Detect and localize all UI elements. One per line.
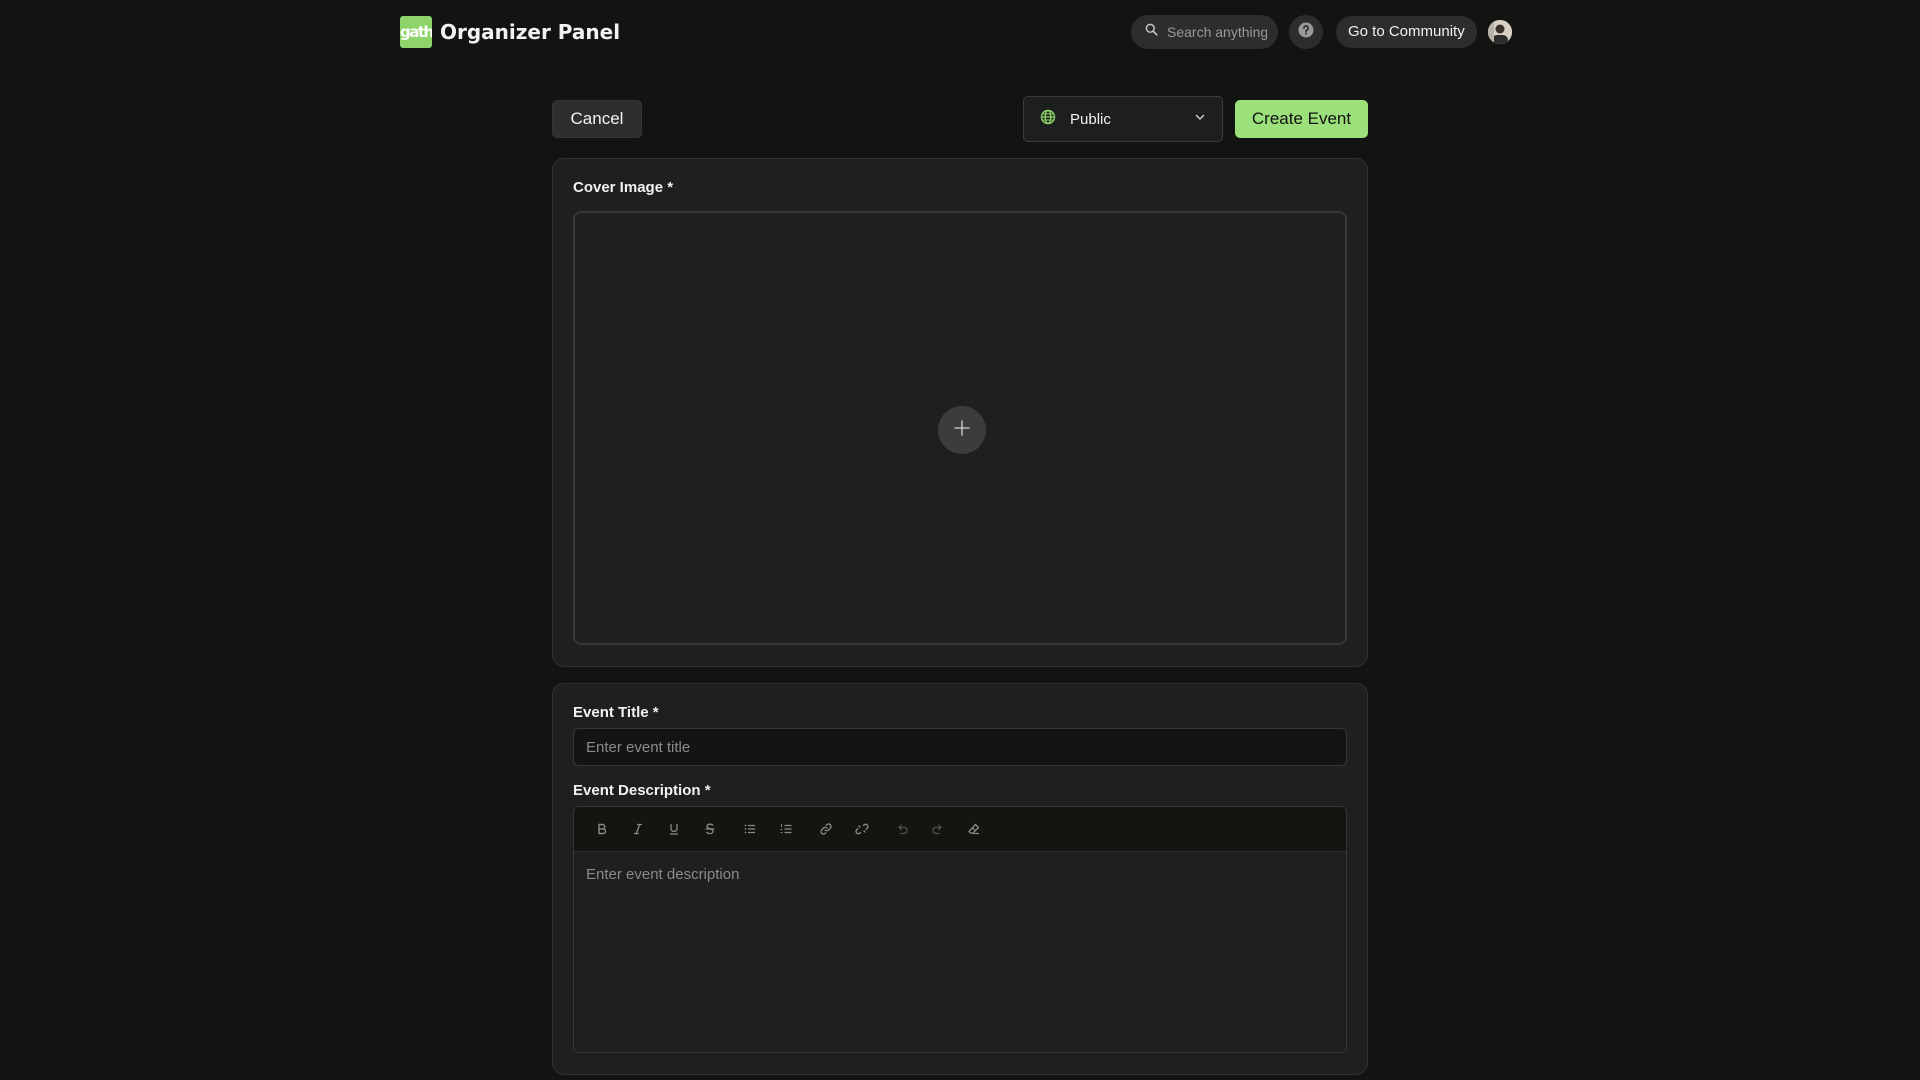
cancel-button[interactable]: Cancel [552,100,642,138]
strikethrough-icon[interactable] [697,816,723,842]
event-description-label: Event Description * [573,782,711,799]
avatar[interactable] [1488,20,1512,44]
underline-icon[interactable] [661,816,687,842]
italic-icon[interactable] [625,816,651,842]
bold-icon[interactable] [589,816,615,842]
ordered-list-icon[interactable] [773,816,799,842]
create-event-button[interactable]: Create Event [1235,100,1368,138]
visibility-value: Public [1070,110,1111,128]
link-icon[interactable] [813,816,839,842]
globe-icon [1040,109,1056,130]
event-title-input[interactable] [573,728,1347,766]
cover-image-card: Cover Image * [552,158,1368,667]
page-title: Organizer Panel [440,20,621,44]
description-editor: Enter event description [573,806,1347,1053]
clear-format-icon[interactable] [961,816,987,842]
search-icon [1145,23,1158,41]
event-title-label: Event Title * [573,704,659,721]
top-bar: gath Organizer Panel Go to Community [0,0,1920,64]
go-to-community-button[interactable]: Go to Community [1336,16,1477,48]
chevron-down-icon [1194,110,1206,128]
redo-icon[interactable] [925,816,951,842]
undo-icon[interactable] [889,816,915,842]
plus-icon [953,419,971,442]
help-button[interactable] [1289,15,1323,49]
add-cover-button[interactable] [938,406,986,454]
search-box[interactable] [1131,15,1278,49]
editor-toolbar [574,807,1346,852]
search-input[interactable] [1167,24,1267,40]
help-icon [1298,22,1314,43]
logo: gath [400,16,432,48]
description-textarea[interactable]: Enter event description [574,852,1346,1052]
bullet-list-icon[interactable] [737,816,763,842]
unlink-icon[interactable] [849,816,875,842]
cover-image-label: Cover Image * [573,179,674,196]
brand[interactable]: gath Organizer Panel [400,16,620,48]
visibility-select[interactable]: Public [1023,96,1223,142]
event-details-card: Event Title * Event Description * [552,683,1368,1075]
cover-image-dropzone[interactable] [573,211,1347,645]
